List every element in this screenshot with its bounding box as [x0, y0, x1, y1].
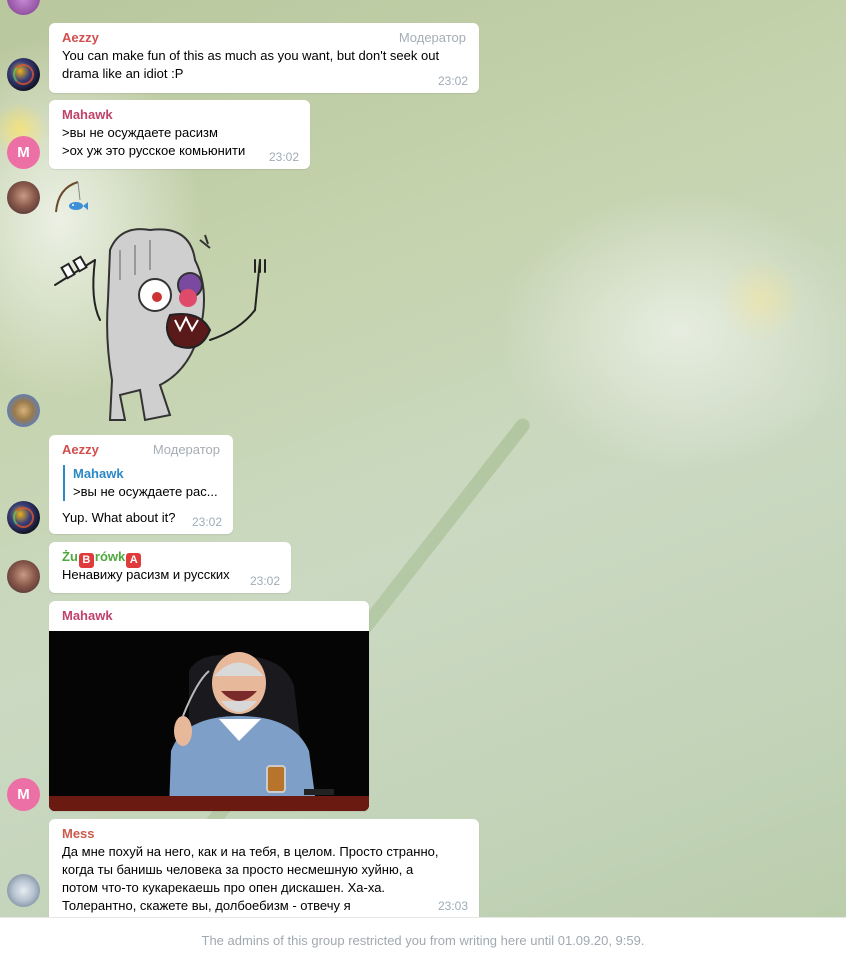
avatar-zubrowka[interactable]	[7, 560, 40, 593]
avatar[interactable]	[7, 0, 40, 15]
avatar-mahawk[interactable]: M	[7, 778, 40, 811]
admin-role-badge: Модератор	[398, 30, 466, 45]
chat-history[interactable]: Aezzy Модератор You can make fun of this…	[0, 0, 846, 917]
sender-name[interactable]: Mess	[62, 826, 95, 841]
message-time: 23:03	[437, 899, 468, 913]
message-bubble[interactable]: Mahawk >вы не осуждаете расизм >ох уж эт…	[49, 100, 310, 169]
message-time: 23:02	[191, 515, 222, 529]
avatar-aezzy[interactable]	[7, 501, 40, 534]
message-text: >вы не осуждаете расизм >ох уж это русск…	[62, 125, 246, 158]
admin-role-badge: Модератор	[152, 442, 220, 457]
message-text: Да мне похуй на него, как и на тебя, в ц…	[62, 844, 439, 913]
message-time: 23:02	[249, 574, 280, 588]
sender-name[interactable]: Mahawk	[62, 608, 113, 623]
avatar-zubrowka[interactable]	[7, 181, 40, 214]
reply-quote[interactable]: Mahawk >вы не осуждаете рас...	[63, 465, 220, 501]
laughing-man-video	[49, 631, 369, 811]
fishing-emoji-icon	[55, 181, 88, 213]
avatar-aezzy[interactable]	[7, 58, 40, 91]
message-time: 23:02	[268, 150, 299, 164]
message-bubble[interactable]: Żu Brówk A Ненавижу расизм и русских 23:02	[49, 542, 291, 593]
message-text: You can make fun of this as much as you …	[62, 48, 440, 81]
sender-name[interactable]: Aezzy	[62, 30, 99, 45]
message-bubble[interactable]: Aezzy Модератор You can make fun of this…	[49, 23, 479, 93]
message-text: Ненавижу расизм и русских	[62, 567, 230, 582]
message-bubble[interactable]: Aezzy Модератор Mahawk >вы не осуждаете …	[49, 435, 233, 534]
reply-text: >вы не осуждаете рас...	[73, 484, 218, 499]
restriction-text: The admins of this group restricted you …	[201, 933, 645, 948]
message-bubble[interactable]: Mess Да мне похуй на него, как и на тебя…	[49, 819, 479, 917]
video-thumbnail[interactable]	[49, 631, 369, 811]
sender-name[interactable]: Mahawk	[62, 107, 113, 122]
sender-name[interactable]: Aezzy	[62, 442, 99, 457]
avatar-mahawk[interactable]: M	[7, 136, 40, 169]
reply-sender-name: Mahawk	[73, 466, 124, 481]
message-time: 23:02	[437, 74, 468, 88]
sticker-zombie-icon[interactable]	[50, 220, 280, 430]
avatar-cheetah[interactable]	[7, 394, 40, 427]
avatar-mess[interactable]	[7, 874, 40, 907]
restriction-notice-bar: The admins of this group restricted you …	[0, 917, 846, 963]
